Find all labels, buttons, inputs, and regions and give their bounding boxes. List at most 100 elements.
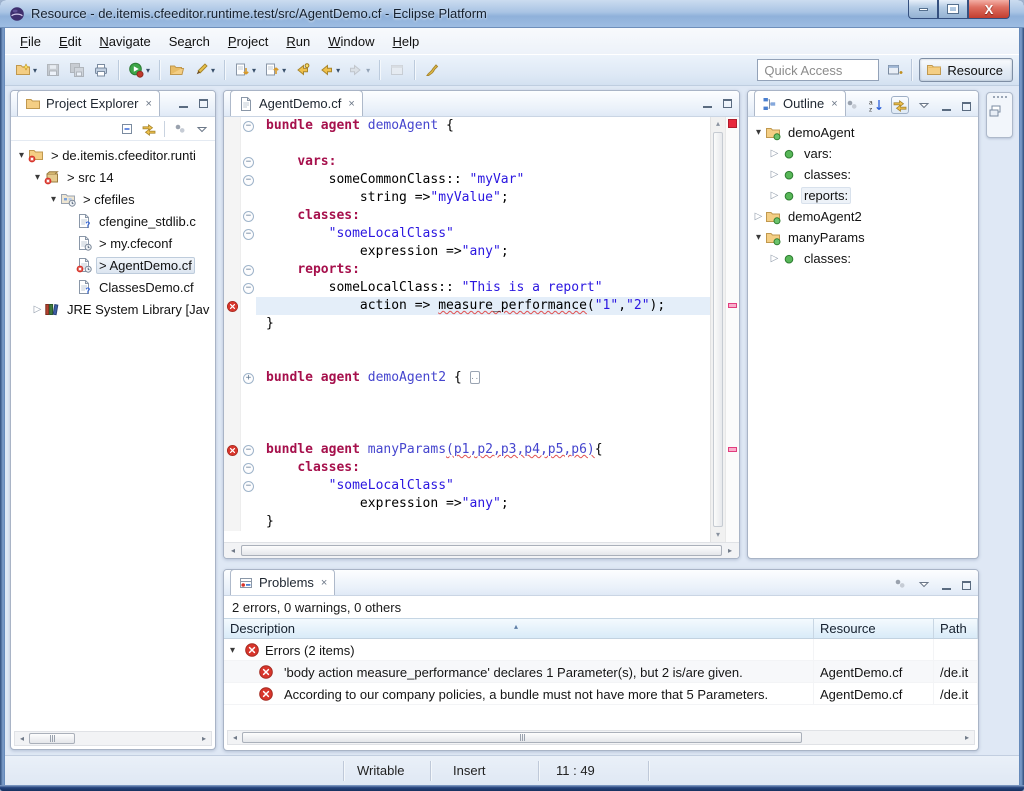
menu-window[interactable]: Window bbox=[319, 31, 383, 52]
scroll-down-icon[interactable]: ▾ bbox=[711, 528, 725, 542]
menu-help[interactable]: Help bbox=[383, 31, 428, 52]
editor-vscrollbar[interactable]: ▴ ▾ bbox=[710, 117, 725, 542]
view-menu-button[interactable] bbox=[193, 120, 211, 138]
fold-gutter-cell[interactable]: − bbox=[240, 441, 256, 459]
tab-outline[interactable]: Outline × bbox=[754, 90, 846, 116]
code-line-4[interactable]: − someCommonClass:: "myVar" bbox=[224, 171, 710, 189]
tree-item-classes[interactable]: ▷classes: bbox=[748, 248, 978, 269]
collapsed-arrow-icon[interactable]: ▷ bbox=[752, 211, 765, 222]
fold-gutter-cell[interactable]: − bbox=[240, 477, 256, 495]
column-resource[interactable]: Resource bbox=[814, 619, 934, 638]
code-line-23[interactable]: } bbox=[224, 513, 710, 531]
code-line-17[interactable] bbox=[224, 405, 710, 423]
collapse-region-icon[interactable]: − bbox=[243, 121, 254, 132]
minimize-view-button[interactable] bbox=[939, 578, 953, 590]
overview-ruler[interactable] bbox=[725, 117, 739, 542]
tree-item-vars[interactable]: ▷vars: bbox=[748, 143, 978, 164]
save-all-button[interactable] bbox=[65, 58, 89, 82]
close-tab-icon[interactable]: × bbox=[348, 98, 354, 110]
minimize-view-button[interactable] bbox=[700, 96, 714, 108]
fold-gutter-cell[interactable]: − bbox=[240, 171, 256, 189]
collapse-all-button[interactable] bbox=[118, 120, 136, 138]
scroll-right-icon[interactable]: ▸ bbox=[960, 733, 974, 742]
scroll-right-icon[interactable]: ▸ bbox=[197, 734, 211, 743]
editor-hscrollbar[interactable]: ◂ ▸ bbox=[224, 542, 739, 558]
last-edit-location-button[interactable] bbox=[290, 58, 314, 82]
code-line-3[interactable]: − vars: bbox=[224, 153, 710, 171]
expand-region-icon[interactable]: + bbox=[243, 373, 254, 384]
explorer-hscrollbar[interactable]: ◂ ▸ bbox=[14, 731, 212, 746]
tree-item-src-14[interactable]: ▾> src 14 bbox=[11, 166, 215, 188]
tree-item-reports[interactable]: ▷reports: bbox=[748, 185, 978, 206]
previous-annotation-button[interactable]: ▾ bbox=[260, 58, 290, 82]
new-wizard-button[interactable]: ▾ bbox=[11, 58, 41, 82]
resource-perspective-button[interactable]: Resource bbox=[919, 58, 1013, 82]
code-line-22[interactable]: expression =>"any"; bbox=[224, 495, 710, 513]
fold-gutter-cell[interactable]: − bbox=[240, 279, 256, 297]
maximize-window-button[interactable] bbox=[938, 0, 968, 19]
search-highlight-button[interactable]: ▾ bbox=[189, 58, 219, 82]
minimized-view-bar[interactable] bbox=[986, 92, 1013, 138]
problems-group-errors[interactable]: ▾Errors (2 items) bbox=[224, 639, 978, 661]
menu-navigate[interactable]: Navigate bbox=[90, 31, 159, 52]
fold-gutter-cell[interactable]: − bbox=[240, 261, 256, 279]
fold-gutter-cell[interactable]: + bbox=[240, 369, 256, 387]
code-line-6[interactable]: − classes: bbox=[224, 207, 710, 225]
collapse-region-icon[interactable]: − bbox=[243, 157, 254, 168]
focus-button[interactable] bbox=[843, 96, 861, 114]
problem-row-2[interactable]: According to our company policies, a bun… bbox=[224, 683, 978, 705]
scroll-thumb[interactable] bbox=[241, 545, 722, 556]
collapse-region-icon[interactable]: − bbox=[243, 445, 254, 456]
fold-gutter-cell[interactable]: − bbox=[240, 207, 256, 225]
dropdown-arrow-icon[interactable]: ▾ bbox=[366, 66, 370, 75]
expanded-arrow-icon[interactable]: ▾ bbox=[15, 150, 28, 161]
open-folder-button[interactable] bbox=[165, 58, 189, 82]
overview-error-indicator[interactable] bbox=[728, 119, 737, 128]
code-line-8[interactable]: expression =>"any"; bbox=[224, 243, 710, 261]
link-with-editor-button[interactable] bbox=[140, 120, 158, 138]
maximize-view-button[interactable] bbox=[959, 99, 973, 111]
expanded-arrow-icon[interactable]: ▾ bbox=[752, 232, 765, 243]
dropdown-arrow-icon[interactable]: ▾ bbox=[211, 66, 215, 75]
tree-item-manyparams[interactable]: ▾manyParams bbox=[748, 227, 978, 248]
open-new-window-button[interactable] bbox=[385, 58, 409, 82]
focus-button[interactable] bbox=[891, 575, 909, 593]
code-line-18[interactable] bbox=[224, 423, 710, 441]
code-line-19[interactable]: −bundle agent manyParams(p1,p2,p3,p4,p5,… bbox=[224, 441, 710, 459]
fold-gutter-cell[interactable]: − bbox=[240, 153, 256, 171]
code-line-5[interactable]: string =>"myValue"; bbox=[224, 189, 710, 207]
scroll-left-icon[interactable]: ◂ bbox=[226, 546, 240, 555]
forward-history-button[interactable]: ▾ bbox=[344, 58, 374, 82]
restore-view-icon[interactable] bbox=[987, 103, 1003, 119]
collapse-region-icon[interactable]: − bbox=[243, 283, 254, 294]
close-tab-icon[interactable]: × bbox=[145, 98, 151, 110]
code-line-2[interactable] bbox=[224, 135, 710, 153]
sort-button[interactable]: az bbox=[867, 96, 885, 114]
tree-item-classesdemo-cf[interactable]: ?ClassesDemo.cf bbox=[11, 276, 215, 298]
menu-search[interactable]: Search bbox=[160, 31, 219, 52]
tab-project-explorer[interactable]: Project Explorer × bbox=[17, 90, 160, 116]
scroll-left-icon[interactable]: ◂ bbox=[228, 733, 242, 742]
minimize-window-button[interactable] bbox=[908, 0, 938, 19]
expanded-arrow-icon[interactable]: ▾ bbox=[31, 172, 44, 183]
dropdown-arrow-icon[interactable]: ▾ bbox=[33, 66, 37, 75]
dropdown-arrow-icon[interactable]: ▾ bbox=[146, 66, 150, 75]
code-line-14[interactable] bbox=[224, 351, 710, 369]
error-marker-icon[interactable] bbox=[224, 441, 240, 459]
view-menu-button[interactable] bbox=[915, 575, 933, 593]
tree-item-cfengine-stdlib-c[interactable]: ?cfengine_stdlib.c bbox=[11, 210, 215, 232]
problems-hscrollbar[interactable]: ◂ ▸ bbox=[227, 730, 975, 745]
close-tab-icon[interactable]: × bbox=[321, 577, 327, 589]
fold-gutter-cell[interactable]: − bbox=[240, 225, 256, 243]
scroll-thumb[interactable] bbox=[242, 732, 802, 743]
expanded-arrow-icon[interactable]: ▾ bbox=[230, 645, 244, 656]
print-button[interactable] bbox=[89, 58, 113, 82]
save-button[interactable] bbox=[41, 58, 65, 82]
collapsed-arrow-icon[interactable]: ▷ bbox=[768, 148, 781, 159]
fold-gutter-cell[interactable]: − bbox=[240, 117, 256, 135]
maximize-view-button[interactable] bbox=[196, 96, 210, 108]
expanded-arrow-icon[interactable]: ▾ bbox=[47, 194, 60, 205]
close-tab-icon[interactable]: × bbox=[831, 98, 837, 110]
error-marker-icon[interactable] bbox=[224, 297, 240, 315]
tree-item-demoagent2[interactable]: ▷demoAgent2 bbox=[748, 206, 978, 227]
